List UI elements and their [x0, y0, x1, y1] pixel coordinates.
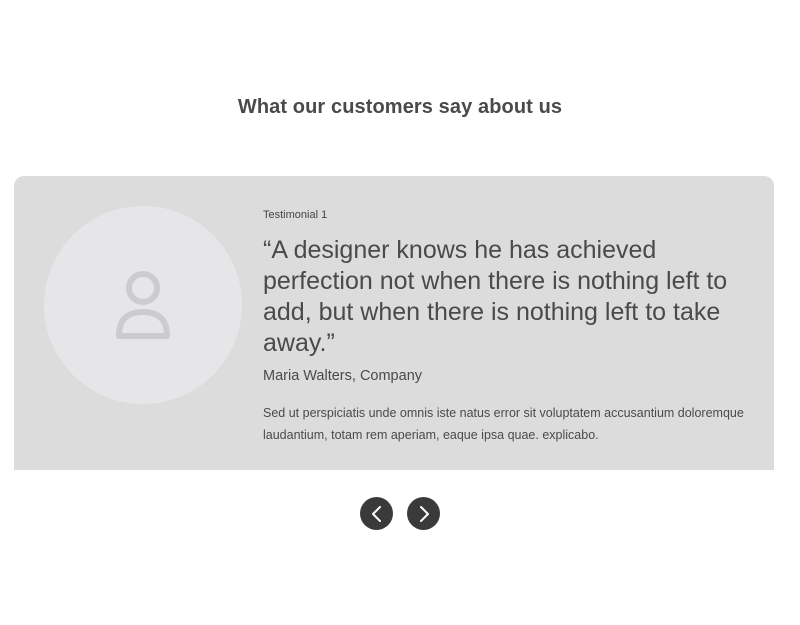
previous-button[interactable] — [360, 497, 393, 530]
testimonial-content: Testimonial 1 “A designer knows he has a… — [263, 209, 753, 446]
testimonial-quote: “A designer knows he has achieved perfec… — [263, 236, 728, 357]
user-icon — [116, 271, 170, 339]
carousel-navigation — [360, 497, 440, 530]
testimonial-label: Testimonial 1 — [263, 209, 328, 221]
testimonial-body: Sed ut perspiciatis unde omnis iste natu… — [263, 406, 744, 442]
chevron-left-icon — [371, 505, 381, 522]
next-button[interactable] — [407, 497, 440, 530]
avatar — [44, 206, 242, 404]
chevron-right-icon — [419, 505, 429, 522]
testimonial-card: Testimonial 1 “A designer knows he has a… — [14, 176, 774, 470]
section-heading: What our customers say about us — [237, 96, 563, 118]
testimonial-author: Maria Walters, Company — [263, 368, 423, 384]
testimonials-section: What our customers say about us Testimon… — [0, 0, 800, 625]
